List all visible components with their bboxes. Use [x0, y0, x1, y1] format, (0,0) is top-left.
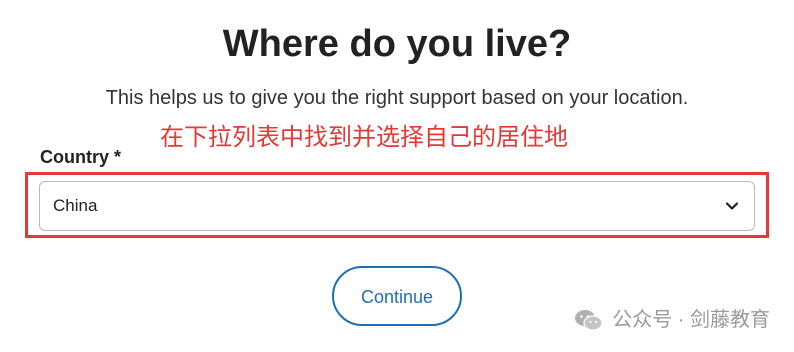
- watermark-text: 公众号 · 剑藤教育: [612, 309, 770, 331]
- page-title: Where do you live?: [222, 23, 572, 65]
- country-select-value: China: [53, 196, 98, 215]
- page-subtitle: This helps us to give you the right supp…: [105, 87, 689, 109]
- instruction-annotation: 在下拉列表中找到并选择自己的居住地: [160, 124, 568, 151]
- continue-button[interactable]: Continue: [332, 266, 462, 326]
- country-select[interactable]: China: [39, 181, 755, 231]
- chevron-down-icon: [725, 202, 739, 210]
- watermark: 公众号 · 剑藤教育: [574, 306, 770, 334]
- wechat-icon: [575, 310, 603, 331]
- country-label: Country *: [40, 147, 121, 167]
